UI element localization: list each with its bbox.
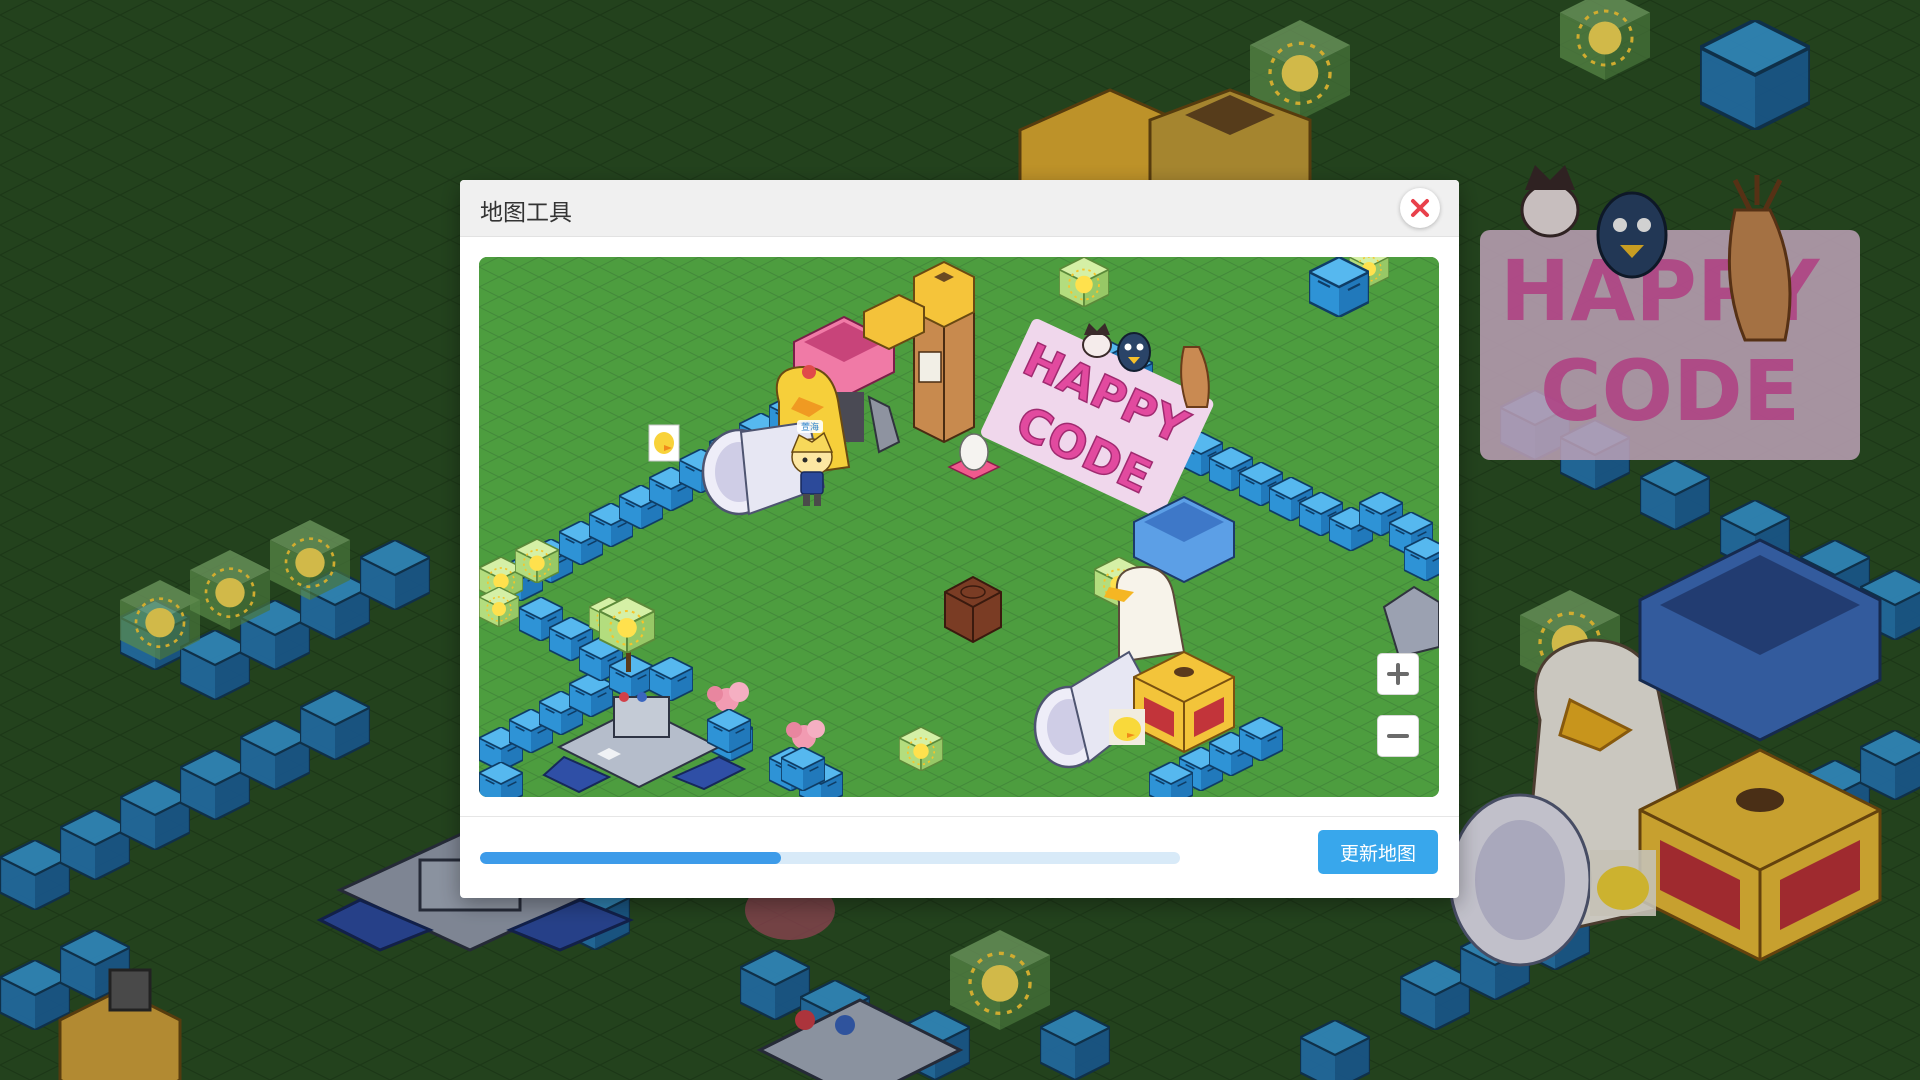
map-tool-dialog: 地图工具 HAPPY CODE 萱海 更新地图 [460,180,1459,898]
map-preview[interactable]: HAPPY CODE 萱海 [479,257,1439,797]
dialog-title: 地图工具 [480,200,572,226]
duck-tile [1109,709,1145,745]
close-icon [1411,199,1429,217]
close-button[interactable] [1400,188,1440,228]
tree-stump [944,575,1002,644]
progress-bar [480,852,1180,864]
wooden-tower [913,260,975,444]
minus-icon [1387,734,1409,738]
chick-poster [648,424,680,462]
zoom-in-button[interactable] [1377,653,1419,695]
zoom-out-button[interactable] [1377,715,1419,757]
player-name-label: 萱海 [801,421,819,433]
dialog-footer: 更新地图 [460,816,1459,899]
progress-bar-fill [480,852,781,864]
dialog-header: 地图工具 [460,180,1459,237]
plus-icon [1387,663,1409,685]
map-scene: HAPPY CODE 萱海 [479,257,1439,797]
update-map-button[interactable]: 更新地图 [1318,830,1438,874]
